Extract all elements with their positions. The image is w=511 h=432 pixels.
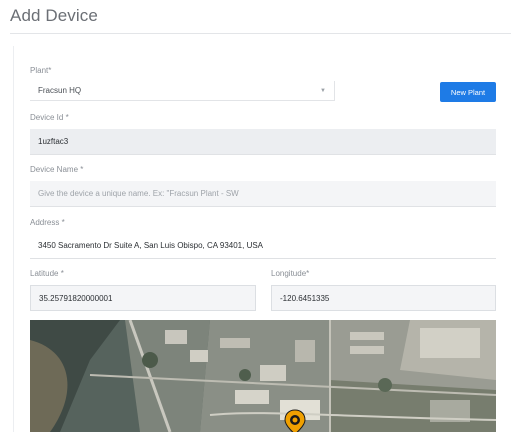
device-name-placeholder: Give the device a unique name. Ex: "Frac… xyxy=(38,189,239,198)
plant-label: Plant* xyxy=(30,66,52,75)
satellite-map[interactable] xyxy=(30,320,496,432)
latitude-value: 35.25791820000001 xyxy=(39,293,113,303)
longitude-input[interactable]: -120.6451335 xyxy=(271,285,496,311)
address-input[interactable]: 3450 Sacramento Dr Suite A, San Luis Obi… xyxy=(30,233,496,259)
address-label: Address * xyxy=(30,218,65,227)
plant-select-value: Fracsun HQ xyxy=(38,86,82,95)
new-plant-button[interactable]: New Plant xyxy=(440,82,496,102)
device-id-field: 1uzftac3 xyxy=(30,129,496,155)
map-pin-icon[interactable] xyxy=(284,409,306,432)
longitude-label: Longitude* xyxy=(271,269,310,278)
device-name-input[interactable]: Give the device a unique name. Ex: "Frac… xyxy=(30,181,496,207)
page-title: Add Device xyxy=(10,6,98,25)
title-divider xyxy=(10,33,511,34)
device-id-value: 1uzftac3 xyxy=(38,137,69,146)
device-name-label: Device Name * xyxy=(30,165,84,174)
satellite-imagery xyxy=(30,320,496,432)
device-id-label: Device Id * xyxy=(30,113,69,122)
caret-down-icon: ▼ xyxy=(320,87,326,94)
latitude-label: Latitude * xyxy=(30,269,64,278)
plant-select[interactable]: Fracsun HQ ▼ xyxy=(30,81,335,101)
address-value: 3450 Sacramento Dr Suite A, San Luis Obi… xyxy=(38,241,264,250)
longitude-value: -120.6451335 xyxy=(280,293,330,303)
latitude-input[interactable]: 35.25791820000001 xyxy=(30,285,256,311)
